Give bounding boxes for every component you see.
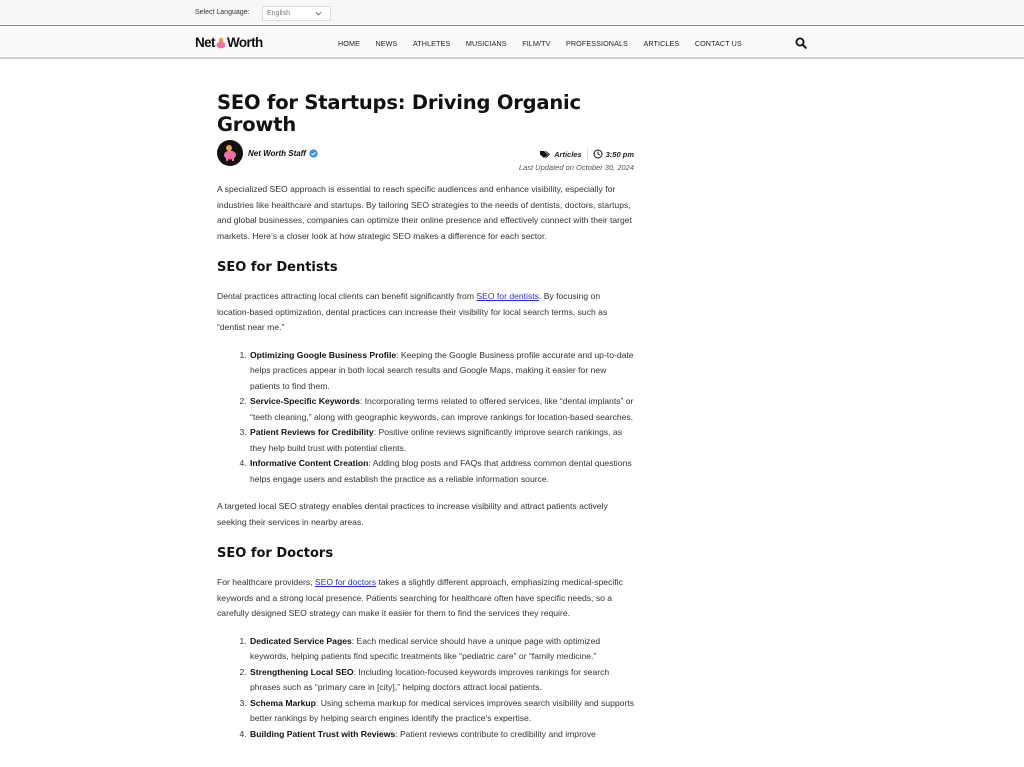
author-avatar[interactable] — [217, 140, 243, 166]
meta-divider — [586, 148, 588, 160]
search-icon[interactable] — [795, 37, 807, 49]
item-title: Dedicated Service Pages — [250, 635, 352, 646]
author-label: Net Worth Staff — [248, 149, 306, 158]
nav-home[interactable]: HOME — [338, 39, 360, 48]
list-item: Service-Specific Keywords: Incorporating… — [249, 394, 634, 425]
nav-links: HOME NEWS ATHLETES MUSICIANS FILM/TV PRO… — [338, 39, 757, 48]
article-meta: Net Worth Staff Articles 3:50 pm Last Up… — [217, 140, 634, 182]
seo-for-dentists-link[interactable]: SEO for dentists — [476, 291, 539, 301]
nav-contact-us[interactable]: CONTACT US — [695, 39, 742, 48]
doctors-paragraph: For healthcare providers, SEO for doctor… — [217, 575, 634, 622]
section-heading-doctors: SEO for Doctors — [217, 546, 334, 561]
dentists-closing: A targeted local SEO strategy enables de… — [217, 501, 608, 527]
dentists-paragraph: Dental practices attracting local client… — [217, 289, 634, 336]
item-text: : Patient reviews contribute to credibil… — [395, 728, 596, 739]
list-item: Building Patient Trust with Reviews: Pat… — [249, 727, 634, 743]
text: Dental practices attracting local client… — [217, 291, 477, 301]
chevron-down-icon — [315, 11, 322, 16]
logo-text-worth: Worth — [226, 35, 263, 50]
tags-icon — [540, 150, 551, 158]
clock-icon — [593, 149, 603, 159]
site-logo[interactable]: Net Worth — [195, 35, 263, 50]
seo-for-doctors-link[interactable]: SEO for doctors — [315, 577, 376, 587]
item-title: Schema Markup — [250, 697, 316, 708]
item-title: Strengthening Local SEO — [250, 666, 354, 677]
item-title: Patient Reviews for Credibility — [250, 427, 374, 437]
author-name[interactable]: Net Worth Staff — [248, 149, 318, 158]
article-body: A specialized SEO approach is essential … — [217, 182, 634, 742]
item-title: Optimizing Google Business Profile — [250, 349, 397, 360]
list-item: Strengthening Local SEO: Including locat… — [249, 665, 634, 696]
nav-athletes[interactable]: ATHLETES — [413, 39, 450, 48]
nav-articles[interactable]: ARTICLES — [643, 39, 679, 48]
language-label: Select Language: — [195, 9, 250, 16]
article: SEO for Startups: Driving Organic Growth… — [217, 92, 634, 754]
intro-paragraph: A specialized SEO approach is essential … — [217, 184, 632, 241]
article-title: SEO for Startups: Driving Organic Growth — [217, 91, 581, 136]
list-item: Schema Markup: Using schema markup for m… — [249, 696, 634, 727]
piggy-bank-icon — [216, 37, 226, 49]
verified-badge-icon — [309, 149, 318, 158]
dentists-list: Optimizing Google Business Profile: Keep… — [217, 348, 634, 488]
main-nav: Net Worth HOME NEWS ATHLETES MUSICIANS F… — [0, 26, 1024, 59]
nav-professionals[interactable]: PROFESSIONALS — [566, 39, 628, 48]
doctors-list: Dedicated Service Pages: Each medical se… — [217, 634, 634, 743]
section-heading-dentists: SEO for Dentists — [217, 260, 338, 275]
list-item: Patient Reviews for Credibility: Positiv… — [249, 425, 634, 456]
last-updated: Last Updated on October 30, 2024 — [518, 163, 634, 172]
nav-musicians[interactable]: MUSICIANS — [466, 39, 507, 48]
nav-news[interactable]: NEWS — [375, 39, 397, 48]
article-meta-right: Articles 3:50 pm — [540, 148, 634, 160]
list-item: Optimizing Google Business Profile: Keep… — [249, 348, 634, 395]
language-selected: English — [267, 10, 290, 17]
list-item: Informative Content Creation: Adding blo… — [249, 456, 634, 487]
item-title: Informative Content Creation — [250, 458, 369, 468]
language-select[interactable]: English — [262, 6, 331, 21]
article-category[interactable]: Articles — [554, 150, 582, 159]
item-title: Building Patient Trust with Reviews — [250, 728, 396, 739]
logo-text-net: Net — [195, 35, 216, 50]
top-bar: Select Language: English — [0, 0, 1024, 26]
nav-film-tv[interactable]: FILM/TV — [522, 39, 550, 48]
list-item: Dedicated Service Pages: Each medical se… — [249, 634, 634, 665]
article-time: 3:50 pm — [605, 149, 634, 159]
item-title: Service-Specific Keywords — [250, 396, 360, 406]
text: For healthcare providers, — [217, 577, 315, 587]
